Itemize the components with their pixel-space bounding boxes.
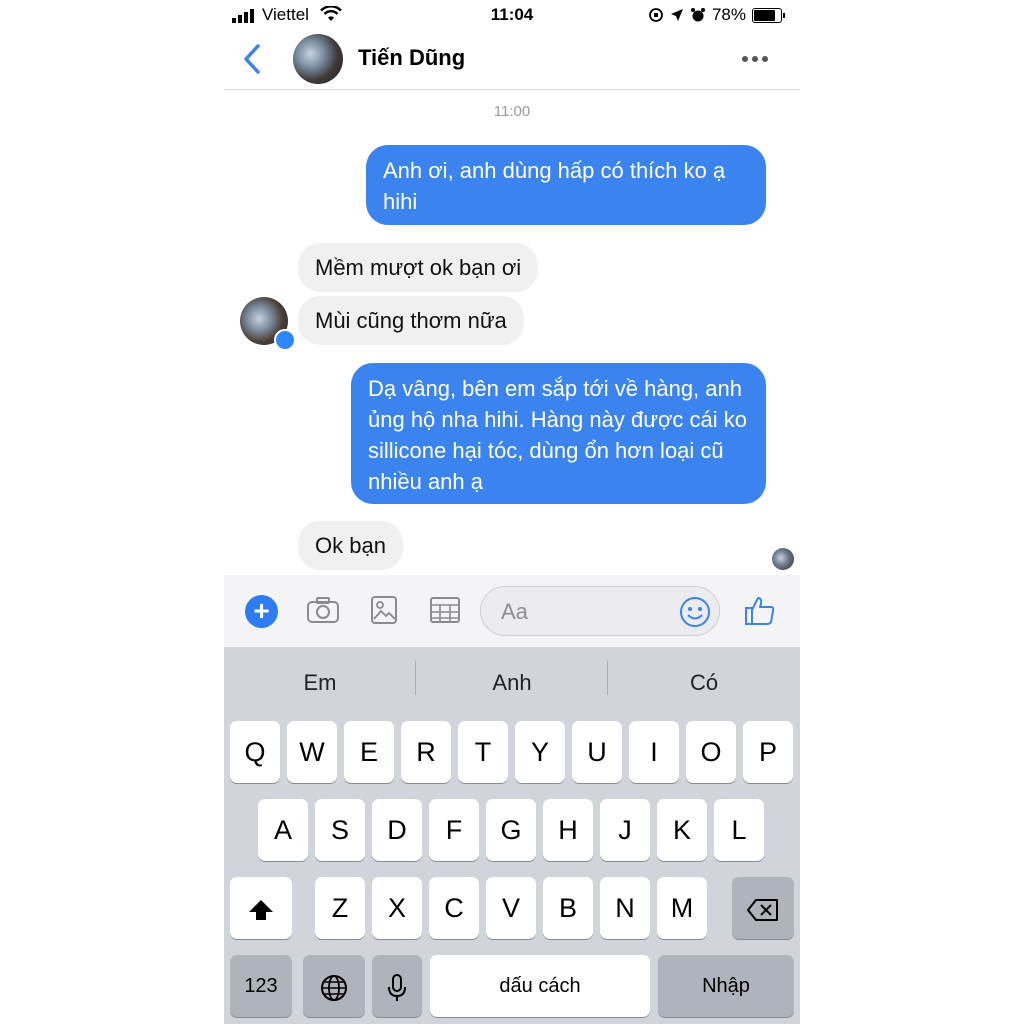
suggestion-word[interactable]: Anh bbox=[416, 670, 608, 696]
incoming-message[interactable]: Mùi cũng thơm nữa bbox=[298, 296, 524, 345]
globe-icon bbox=[321, 974, 347, 1001]
key-u[interactable]: U bbox=[572, 721, 622, 783]
message-input[interactable]: Aa bbox=[480, 586, 720, 636]
delete-icon bbox=[747, 898, 778, 921]
key-s[interactable]: S bbox=[315, 799, 365, 861]
outgoing-message[interactable]: Dạ vâng, bên em sắp tới về hàng, anh ủng… bbox=[351, 363, 766, 504]
key-h[interactable]: H bbox=[543, 799, 593, 861]
messenger-screen: Viettel 11:04 78% Tiến Dũng 11:00 Anh ơi… bbox=[224, 0, 800, 1024]
outgoing-message[interactable]: Anh ơi, anh dùng hấp có thích ko ạ hihi bbox=[366, 145, 766, 225]
message-timestamp: 11:00 bbox=[493, 103, 531, 120]
shift-arrow-icon bbox=[249, 899, 273, 920]
suggestion-word[interactable]: Em bbox=[224, 670, 416, 696]
thumbs-up-icon[interactable] bbox=[743, 594, 777, 628]
chat-header: Tiến Dũng bbox=[224, 30, 800, 90]
key-k[interactable]: K bbox=[657, 799, 707, 861]
messenger-badge-icon bbox=[274, 329, 296, 351]
more-options-icon[interactable] bbox=[742, 56, 768, 62]
key-r[interactable]: R bbox=[401, 721, 451, 783]
key-j[interactable]: J bbox=[600, 799, 650, 861]
suggestion-word[interactable]: Có bbox=[608, 670, 800, 696]
incoming-message[interactable]: Ok bạn bbox=[298, 521, 403, 570]
plus-icon[interactable]: + bbox=[245, 595, 278, 628]
message-composer: + Aa bbox=[224, 575, 800, 647]
gallery-icon[interactable] bbox=[370, 595, 398, 625]
battery-percent: 78% bbox=[711, 5, 746, 24]
key-t[interactable]: T bbox=[458, 721, 508, 783]
key-c[interactable]: C bbox=[429, 877, 479, 939]
contact-avatar[interactable] bbox=[293, 34, 343, 84]
key-l[interactable]: L bbox=[714, 799, 764, 861]
key-b[interactable]: B bbox=[543, 877, 593, 939]
microphone-icon bbox=[388, 973, 406, 1001]
battery-icon bbox=[752, 7, 785, 23]
key-m[interactable]: M bbox=[657, 877, 707, 939]
dictation-key[interactable] bbox=[372, 955, 422, 1017]
key-x[interactable]: X bbox=[372, 877, 422, 939]
seen-avatar bbox=[772, 548, 794, 570]
contact-name[interactable]: Tiến Dũng bbox=[358, 45, 465, 71]
incoming-message[interactable]: Mềm mượt ok bạn ơi bbox=[298, 243, 539, 292]
key-n[interactable]: N bbox=[600, 877, 650, 939]
key-g[interactable]: G bbox=[486, 799, 536, 861]
return-key[interactable]: Nhập bbox=[658, 955, 794, 1017]
key-f[interactable]: F bbox=[429, 799, 479, 861]
keyboard: Em Anh Có Q W E R T Y U I O P A S D F G … bbox=[224, 647, 800, 1024]
back-chevron-icon[interactable] bbox=[238, 42, 268, 76]
key-y[interactable]: Y bbox=[515, 721, 565, 783]
space-key[interactable]: dấu cách bbox=[430, 955, 650, 1017]
rotation-lock-icon bbox=[649, 8, 663, 22]
key-i[interactable]: I bbox=[629, 721, 679, 783]
key-w[interactable]: W bbox=[287, 721, 337, 783]
key-z[interactable]: Z bbox=[315, 877, 365, 939]
key-v[interactable]: V bbox=[486, 877, 536, 939]
key-o[interactable]: O bbox=[686, 721, 736, 783]
key-d[interactable]: D bbox=[372, 799, 422, 861]
key-a[interactable]: A bbox=[258, 799, 308, 861]
status-bar: Viettel 11:04 78% bbox=[224, 0, 800, 30]
message-input-placeholder: Aa bbox=[501, 599, 528, 624]
camera-icon[interactable] bbox=[306, 595, 340, 625]
globe-key[interactable] bbox=[303, 955, 365, 1017]
backspace-key[interactable] bbox=[732, 877, 794, 939]
location-icon bbox=[670, 9, 683, 21]
shift-key[interactable] bbox=[230, 877, 292, 939]
key-q[interactable]: Q bbox=[230, 721, 280, 783]
key-e[interactable]: E bbox=[344, 721, 394, 783]
table-icon[interactable] bbox=[429, 595, 461, 625]
emoji-icon[interactable] bbox=[679, 596, 711, 628]
suggestion-bar: Em Anh Có bbox=[224, 647, 800, 717]
numbers-key[interactable]: 123 bbox=[230, 955, 292, 1017]
alarm-icon bbox=[690, 8, 705, 22]
key-p[interactable]: P bbox=[743, 721, 793, 783]
